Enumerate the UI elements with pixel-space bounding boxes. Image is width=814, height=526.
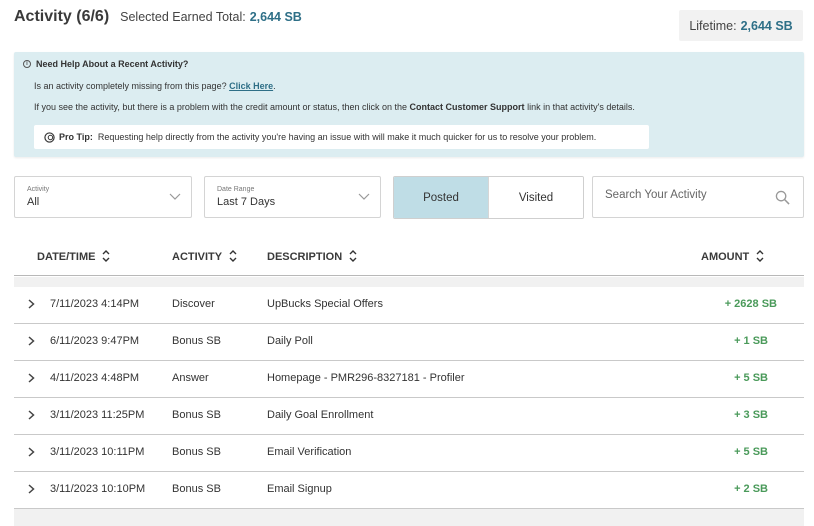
column-label: ACTIVITY (172, 250, 223, 263)
search-input[interactable] (605, 189, 765, 201)
row-datetime: 3/11/2023 11:25PM (50, 409, 145, 421)
lifetime-total-box: Lifetime: 2,644 SB (679, 10, 803, 41)
activity-filter-value: All (27, 196, 40, 208)
row-datetime: 6/11/2023 9:47PM (50, 335, 140, 347)
table-row[interactable]: 3/11/2023 10:11PM Bonus SB Email Verific… (14, 435, 804, 472)
table-row[interactable]: 4/11/2023 4:48PM Answer Homepage - PMR29… (14, 361, 804, 398)
row-activity: Bonus SB (172, 446, 221, 458)
row-activity: Bonus SB (172, 335, 221, 347)
table-header: DATE/TIME ACTIVITY DESCRIPTION AMOUNT (14, 236, 804, 276)
row-description: Homepage - PMR296-8327181 - Profiler (267, 372, 465, 384)
row-amount: + 2628 SB (724, 298, 777, 310)
help-missing-text: Is an activity completely missing from t… (34, 81, 227, 91)
row-activity: Bonus SB (172, 409, 221, 421)
table-row[interactable]: 6/11/2023 9:47PM Bonus SB Daily Poll + 1… (14, 324, 804, 361)
row-datetime: 3/11/2023 10:11PM (50, 446, 145, 458)
table-row[interactable]: 3/11/2023 11:25PM Bonus SB Daily Goal En… (14, 398, 804, 435)
sort-icon (229, 250, 237, 262)
column-header-amount[interactable]: AMOUNT (701, 250, 764, 263)
table-row[interactable]: 7/11/2023 4:14PM Discover UpBucks Specia… (14, 287, 804, 324)
pro-tip: Pro Tip: Requesting help directly from t… (34, 125, 649, 149)
row-datetime: 4/11/2023 4:48PM (50, 372, 140, 384)
column-header-description[interactable]: DESCRIPTION (267, 250, 357, 263)
column-label: DATE/TIME (37, 250, 96, 263)
date-range-label: Date Range (217, 186, 255, 193)
row-activity: Bonus SB (172, 483, 221, 495)
table-footer-band (14, 509, 804, 526)
row-amount: + 1 SB (734, 335, 768, 347)
help-problem-text: If you see the activity, but there is a … (34, 102, 408, 112)
row-description: UpBucks Special Offers (267, 298, 383, 310)
lifetime-value: 2,644 SB (740, 18, 793, 33)
contact-support-text: Contact Customer Support (409, 102, 525, 112)
column-header-datetime[interactable]: DATE/TIME (37, 250, 110, 263)
chevron-right-icon[interactable] (28, 336, 35, 346)
chevron-right-icon[interactable] (28, 447, 35, 457)
column-header-activity[interactable]: ACTIVITY (172, 250, 237, 263)
table-row[interactable]: 3/11/2023 10:10PM Bonus SB Email Signup … (14, 472, 804, 509)
chevron-right-icon[interactable] (28, 484, 35, 494)
pro-tip-text: Requesting help directly from the activi… (97, 132, 597, 142)
visited-tab[interactable]: Visited (488, 177, 583, 218)
column-label: DESCRIPTION (267, 250, 343, 263)
info-icon: i (23, 60, 31, 68)
row-amount: + 2 SB (734, 483, 768, 495)
chevron-down-icon (169, 193, 181, 200)
earned-total-value: 2,644 SB (249, 10, 302, 24)
date-range-value: Last 7 Days (217, 196, 276, 208)
posted-tab[interactable]: Posted (394, 177, 488, 218)
activity-search (592, 176, 804, 218)
table-spacer (14, 277, 804, 287)
chevron-down-icon (358, 193, 370, 200)
row-amount: + 5 SB (734, 446, 768, 458)
row-activity: Answer (172, 372, 209, 384)
activity-filter-label: Activity (27, 186, 50, 193)
pro-tip-label: Pro Tip: (59, 132, 93, 142)
lifetime-label: Lifetime: (689, 18, 737, 33)
help-missing-line: Is an activity completely missing from t… (34, 81, 276, 91)
sort-icon (349, 250, 357, 262)
chevron-right-icon[interactable] (28, 299, 35, 309)
search-icon[interactable] (775, 190, 790, 205)
posted-visited-toggle: Posted Visited (393, 176, 584, 219)
help-problem-line: If you see the activity, but there is a … (34, 102, 635, 112)
row-description: Email Verification (267, 446, 352, 458)
help-panel: i Need Help About a Recent Activity? Is … (14, 52, 804, 157)
help-problem-end: link in that activity's details. (527, 102, 635, 112)
activity-filter-select[interactable]: Activity All (14, 176, 192, 218)
row-datetime: 7/11/2023 4:14PM (50, 298, 140, 310)
chevron-right-icon[interactable] (28, 410, 35, 420)
sort-icon (102, 250, 110, 262)
click-here-link[interactable]: Click Here (229, 81, 273, 91)
sort-icon (756, 250, 764, 262)
chevron-right-icon[interactable] (28, 373, 35, 383)
earned-total-label: Selected Earned Total: (120, 10, 246, 24)
column-label: AMOUNT (701, 250, 750, 263)
row-amount: + 3 SB (734, 409, 768, 421)
help-title: i Need Help About a Recent Activity? (23, 59, 188, 69)
page-title: Activity (6/6) (14, 8, 110, 25)
row-description: Daily Goal Enrollment (267, 409, 374, 421)
row-description: Email Signup (267, 483, 332, 495)
help-title-text: Need Help About a Recent Activity? (36, 59, 189, 69)
row-amount: + 5 SB (734, 372, 768, 384)
date-range-select[interactable]: Date Range Last 7 Days (204, 176, 381, 218)
help-missing-end: . (273, 81, 276, 91)
row-activity: Discover (172, 298, 215, 310)
row-datetime: 3/11/2023 10:10PM (50, 483, 146, 495)
page-header: Activity (6/6) Selected Earned Total: 2,… (14, 8, 302, 32)
row-description: Daily Poll (267, 335, 313, 347)
tip-icon (44, 131, 55, 143)
